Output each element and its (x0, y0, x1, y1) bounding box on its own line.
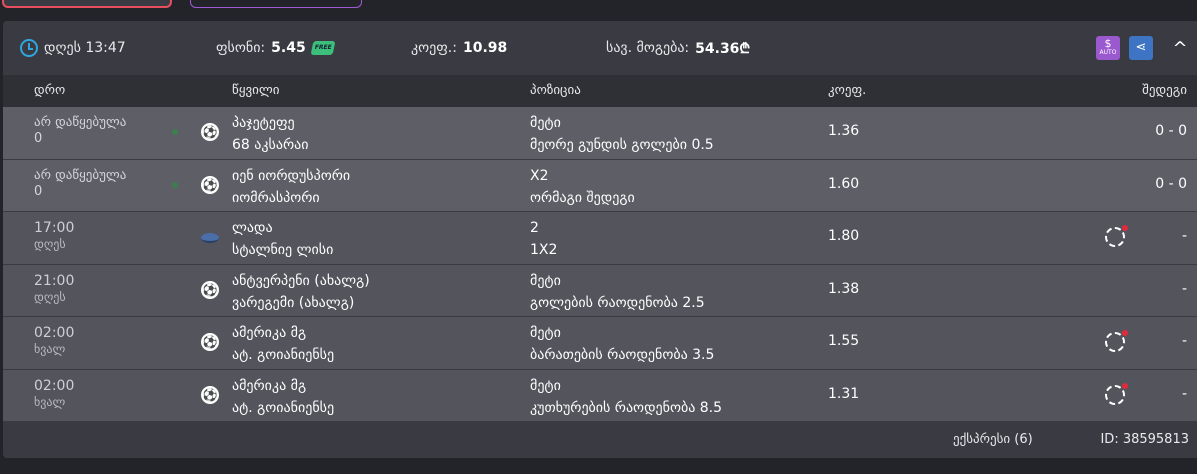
odds-value: 10.98 (462, 40, 508, 56)
row-event[interactable]: ლადა სტალნიე ლისი (232, 217, 333, 261)
table-header: დრო წყვილი პოზიცია კოეფ. შედეგი (3, 75, 1197, 107)
pending-icon (1105, 225, 1128, 247)
win-value: 54.36₾ (695, 40, 751, 57)
share-button[interactable]: ⋖ (1129, 36, 1153, 60)
row-result: - (1181, 228, 1187, 244)
stake-value: 5.45 (271, 40, 306, 56)
row-odds: 1.38 (828, 280, 860, 297)
bet-odds: კოეფ.: 10.98 (411, 21, 507, 75)
collapse-button[interactable]: ^ (1168, 36, 1192, 60)
bet-stake: ფსონი: 5.45 FREE (216, 21, 336, 75)
row-position: მეტი მეორე გუნდის გოლები 0.5 (530, 115, 714, 153)
free-bet-icon: FREE (310, 41, 336, 55)
table-row[interactable]: 02:00 ხვალ ⚽ ამერიკა მგ ატ. გოიანიენსე მ… (3, 369, 1197, 422)
soccer-ball-icon: ⚽ (201, 280, 219, 299)
pending-icon (1105, 330, 1128, 352)
col-odds: კოეფ. (828, 83, 867, 98)
row-odds: 1.60 (828, 175, 860, 192)
row-position: მეტი ბარათების რაოდენობა 3.5 (530, 325, 715, 363)
row-event[interactable]: ამერიკა მგ ატ. გოიანიენსე (232, 375, 334, 419)
row-result: - (1181, 385, 1187, 402)
row-result: 0 - 0 (1155, 123, 1187, 139)
row-result: - (1181, 333, 1187, 349)
table-row[interactable]: 02:00 ხვალ ⚽ ამერიკა მგ ატ. გოიანიენსე მ… (3, 317, 1197, 370)
live-indicator-icon (172, 129, 178, 135)
row-position: მეტი გოლების რაოდენობა 2.5 (530, 272, 705, 311)
soccer-ball-icon: ⚽ (201, 175, 219, 194)
bet-footer: ექსპრესი (6) ID: 38595813 (3, 422, 1197, 458)
live-indicator-icon (172, 181, 178, 188)
bet-time: დღეს 13:47 (20, 21, 126, 75)
row-time: 17:00 დღეს (34, 220, 75, 251)
table-row[interactable]: 17:00 დღეს ლადა სტალნიე ლისი 2 1X2 1.80 … (3, 212, 1197, 265)
clock-icon (20, 39, 38, 57)
auto-cashout-button[interactable]: $ AUTO (1096, 36, 1120, 60)
row-result: 0 - 0 (1155, 175, 1187, 192)
row-time: 21:00 დღეს (34, 272, 75, 304)
bet-time-label: დღეს 13:47 (44, 40, 126, 56)
row-odds: 1.80 (828, 228, 860, 244)
express-count: ექსპრესი (6) (953, 432, 1033, 447)
row-event[interactable]: იენ იორდუსპორი იომრასპორი (232, 165, 350, 209)
row-event[interactable]: ანტვერპენი (ახალგ) ვარეგემი (ახალგ) (232, 270, 370, 314)
auto-label: AUTO (1099, 49, 1117, 56)
row-odds: 1.36 (828, 123, 860, 139)
table-row[interactable]: არ დაწყებულა 0 ⚽ პაჯეტეფე 68 აკსარაი მეტ… (3, 107, 1197, 160)
col-event: წყვილი (232, 83, 280, 98)
col-time: დრო (34, 83, 66, 98)
row-time: არ დაწყებულა 0 (34, 167, 127, 199)
col-position: პოზიცია (530, 83, 581, 98)
row-time: 02:00 ხვალ (34, 325, 75, 356)
chevron-up-icon: ^ (1172, 38, 1188, 59)
dollar-icon: $ (1104, 37, 1112, 50)
row-time: 02:00 ხვალ (34, 377, 75, 409)
win-label: სავ. მოგება: (606, 40, 690, 56)
stake-label: ფსონი: (216, 40, 266, 56)
tab-secondary[interactable] (190, 0, 362, 8)
row-position: მეტი კუთხურების რაოდენობა 8.5 (530, 377, 723, 416)
table-row[interactable]: 21:00 დღეს ⚽ ანტვერპენი (ახალგ) ვარეგემი… (3, 264, 1197, 317)
bet-card: დღეს 13:47 ფსონი: 5.45 FREE კოეფ.: 10.98… (3, 21, 1197, 458)
top-tabs (0, 0, 1197, 20)
pending-icon (1105, 382, 1128, 405)
row-odds: 1.31 (828, 385, 860, 402)
row-time: არ დაწყებულა 0 (34, 115, 127, 146)
row-result: - (1181, 280, 1187, 297)
row-event[interactable]: ამერიკა მგ ატ. გოიანიენსე (232, 322, 334, 366)
col-result: შედეგი (1142, 83, 1187, 98)
bet-win: სავ. მოგება: 54.36₾ (606, 21, 750, 75)
tab-active[interactable] (2, 0, 172, 8)
bet-id: ID: 38595813 (1100, 432, 1189, 447)
row-odds: 1.55 (828, 333, 860, 349)
table-row[interactable]: არ დაწყებულა 0 ⚽ იენ იორდუსპორი იომრასპო… (3, 159, 1197, 212)
soccer-ball-icon: ⚽ (201, 385, 219, 404)
odds-label: კოეფ.: (411, 40, 457, 56)
row-position: X2 ორმაგი შედეგი (530, 167, 635, 206)
bet-rows: არ დაწყებულა 0 ⚽ პაჯეტეფე 68 აკსარაი მეტ… (3, 107, 1197, 422)
hockey-puck-icon (201, 228, 219, 246)
bet-header: დღეს 13:47 ფსონი: 5.45 FREE კოეფ.: 10.98… (3, 21, 1197, 75)
row-event[interactable]: პაჯეტეფე 68 აკსარაი (232, 112, 308, 156)
row-position: 2 1X2 (530, 220, 558, 258)
soccer-ball-icon: ⚽ (201, 123, 219, 141)
share-icon: ⋖ (1135, 40, 1147, 55)
soccer-ball-icon: ⚽ (201, 333, 219, 351)
